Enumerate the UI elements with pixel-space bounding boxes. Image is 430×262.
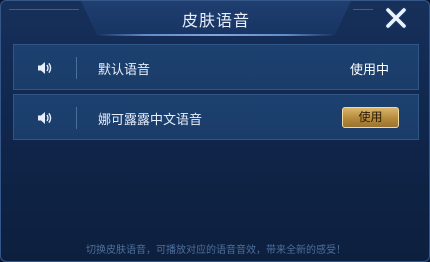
row-divider xyxy=(76,57,77,79)
voice-name: 默认语音 xyxy=(98,63,151,78)
footer-hint: 切换皮肤语音，可播放对应的语音音效，带来全新的感受！ xyxy=(86,245,346,256)
header-edge-glow xyxy=(97,34,335,36)
close-icon xyxy=(385,7,407,29)
dialog-title: 皮肤语音 xyxy=(181,11,250,30)
voice-name: 娜可露露中文语音 xyxy=(98,113,203,128)
speaker-icon[interactable] xyxy=(36,109,54,127)
in-use-status: 使用中 xyxy=(350,63,390,78)
voice-row-nakoruru[interactable]: 娜可露露中文语音 使用 xyxy=(13,94,419,140)
header-decor-line-left xyxy=(9,9,79,10)
row-divider xyxy=(76,107,77,129)
header-decor-line-right xyxy=(353,9,373,10)
speaker-icon[interactable] xyxy=(36,59,54,77)
dialog-header: 皮肤语音 xyxy=(1,1,429,37)
voice-row-default[interactable]: 默认语音 使用中 xyxy=(13,44,419,90)
skin-voice-dialog: 皮肤语音 默认语音 使用中 娜可露露中文语音 使用 切换皮肤语音，可播放对应的语… xyxy=(0,0,430,262)
close-button[interactable] xyxy=(381,5,411,33)
use-voice-button[interactable]: 使用 xyxy=(342,107,399,128)
